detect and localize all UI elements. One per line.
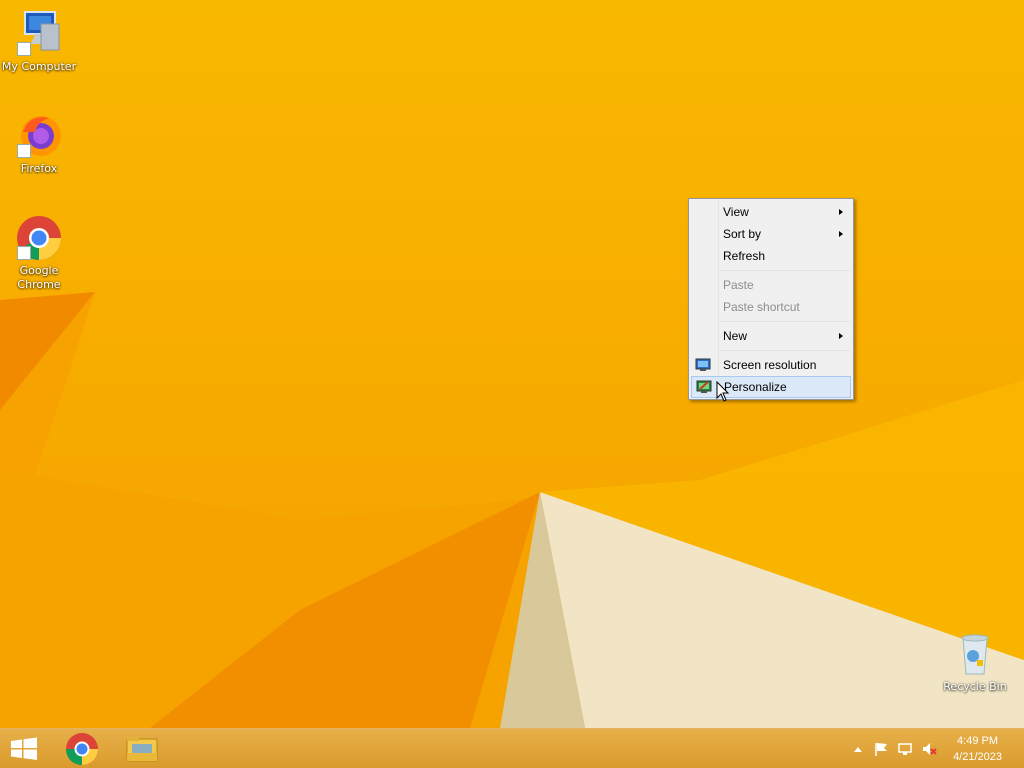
menu-item-refresh[interactable]: Refresh (691, 245, 851, 267)
chevron-up-icon[interactable] (850, 741, 866, 757)
desktop-context-menu: View Sort by Refresh Paste Paste shortcu… (688, 198, 854, 400)
desktop-icon-label: Google Chrome (17, 264, 61, 291)
computer-icon (15, 10, 63, 58)
menu-item-view[interactable]: View (691, 201, 851, 223)
personalize-icon (696, 379, 712, 395)
menu-item-label: View (723, 205, 749, 219)
desktop[interactable]: My Computer Firefox Google Chrome Recycl… (0, 0, 1024, 768)
menu-item-sort-by[interactable]: Sort by (691, 223, 851, 245)
desktop-icon-recycle-bin[interactable]: Recycle Bin (936, 630, 1014, 694)
chrome-icon (15, 214, 63, 262)
menu-item-personalize[interactable]: Personalize (691, 376, 851, 398)
menu-item-label: Paste (723, 278, 754, 292)
clock-time: 4:49 PM (957, 735, 999, 747)
menu-item-paste-shortcut[interactable]: Paste shortcut (691, 296, 851, 318)
menu-item-label: Refresh (723, 249, 766, 263)
desktop-icon-firefox[interactable]: Firefox (0, 112, 78, 176)
desktop-icon-google-chrome[interactable]: Google Chrome (0, 214, 78, 292)
submenu-arrow-icon (839, 209, 843, 215)
submenu-arrow-icon (839, 231, 843, 237)
menu-item-label: Personalize (724, 380, 787, 394)
menu-item-label: Sort by (723, 227, 762, 241)
desktop-icon-label: My Computer (1, 60, 77, 73)
system-clock[interactable]: 4:49 PM 4/21/2023 (953, 733, 1002, 765)
desktop-icon-label: Recycle Bin (943, 680, 1007, 693)
start-button[interactable] (0, 729, 48, 768)
menu-item-paste[interactable]: Paste (691, 274, 851, 296)
clock-date: 4/21/2023 (953, 751, 1002, 763)
flag-icon[interactable] (873, 741, 889, 757)
menu-separator (720, 321, 850, 322)
submenu-arrow-icon (839, 333, 843, 339)
menu-item-label: Screen resolution (723, 358, 817, 372)
recycle-bin-icon (951, 630, 999, 678)
windows-logo-icon (11, 737, 37, 760)
network-icon[interactable] (897, 741, 913, 757)
menu-item-screen-resolution[interactable]: Screen resolution (691, 354, 851, 376)
menu-item-label: New (723, 329, 748, 343)
menu-item-new[interactable]: New (691, 325, 851, 347)
desktop-icon-label: Firefox (20, 162, 58, 175)
monitor-icon (695, 357, 711, 373)
menu-separator (720, 350, 850, 351)
menu-item-label: Paste shortcut (723, 300, 800, 314)
firefox-icon (15, 112, 63, 160)
wallpaper (0, 292, 1024, 728)
desktop-icon-my-computer[interactable]: My Computer (0, 10, 78, 74)
taskbar-file-explorer-button[interactable] (118, 729, 166, 768)
taskbar-chrome-button[interactable] (58, 729, 106, 768)
mouse-cursor-icon (716, 381, 730, 402)
chrome-icon (65, 733, 98, 766)
menu-separator (720, 270, 850, 271)
folder-icon (126, 737, 158, 762)
taskbar: 4:49 PM 4/21/2023 (0, 728, 1024, 768)
speaker-muted-icon[interactable] (921, 741, 937, 757)
